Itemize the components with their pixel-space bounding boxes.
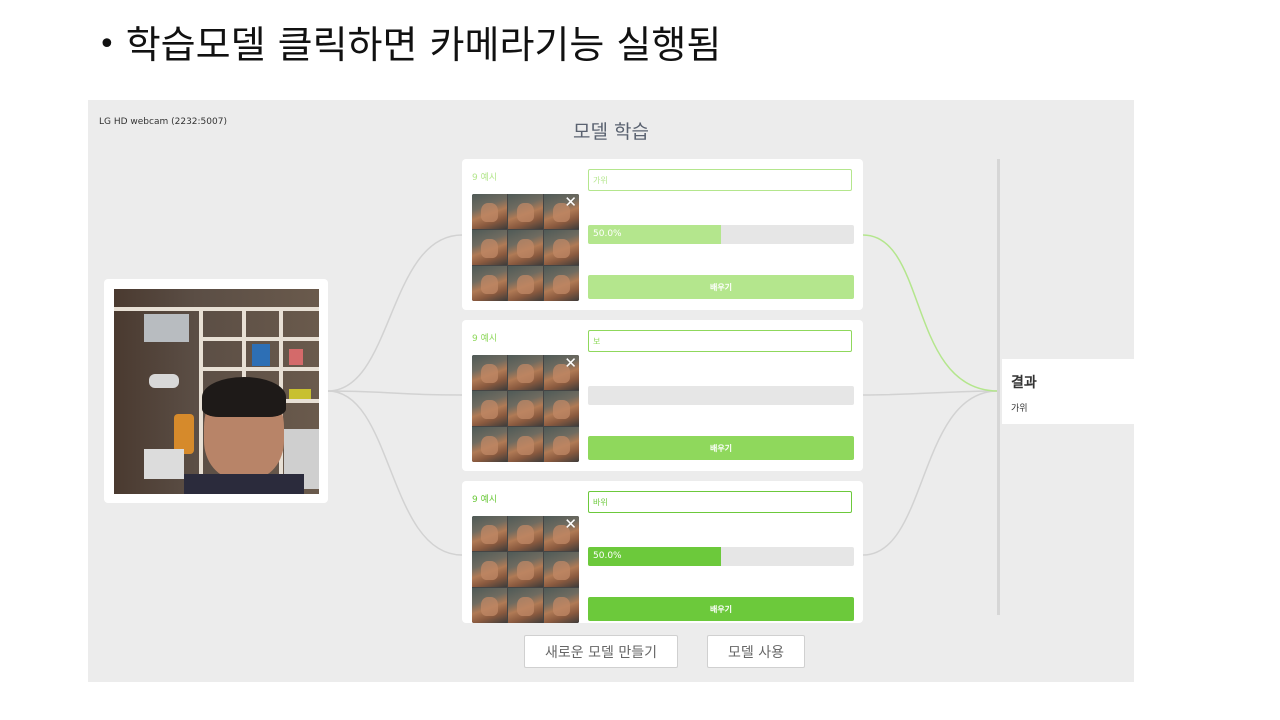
class-card: 9 예시 ✕ 50.0% 배우기 [462,481,863,623]
confidence-bar: 50.0% [588,547,854,566]
example-thumbnail [508,355,543,390]
example-thumbnail [472,552,507,587]
use-model-button[interactable]: 모델 사용 [707,635,805,668]
result-title: 결과 [1011,375,1037,391]
close-icon[interactable]: ✕ [564,516,577,533]
train-button[interactable]: 배우기 [588,275,854,299]
example-thumbnail [472,194,507,229]
example-thumbnail [508,516,543,551]
confidence-label: 50.0% [593,229,622,239]
result-value: 가위 [1011,404,1028,414]
confidence-bar: 50.0% [588,225,854,244]
class-name-input[interactable] [588,330,852,352]
example-thumbnail [508,588,543,623]
close-icon[interactable]: ✕ [564,194,577,211]
examples-count: 9 예시 [472,173,498,183]
confidence-label: 50.0% [593,551,622,561]
example-thumbnail [508,266,543,301]
model-training-app: LG HD webcam (2232:5007) 모델 학습 9 예시 ✕ 가위… [88,100,1134,682]
example-thumbnail [508,194,543,229]
class-card: 9 예시 ✕ 배우기 [462,320,863,471]
example-thumbnails: ✕ [472,355,579,462]
example-thumbnail [472,391,507,426]
new-model-button[interactable]: 새로운 모델 만들기 [524,635,678,668]
class-card: 9 예시 ✕ 50.0% 배우기 [462,159,863,310]
example-thumbnail [472,355,507,390]
slide-title-text: 학습모델 클릭하면 카메라기능 실행됨 [125,23,722,67]
example-thumbnail [544,266,579,301]
slide-title: • 학습모델 클릭하면 카메라기능 실행됨 [98,14,721,69]
example-thumbnail [544,552,579,587]
example-thumbnail [544,588,579,623]
example-thumbnail [472,516,507,551]
confidence-bar [588,386,854,405]
example-thumbnail [508,391,543,426]
train-button[interactable]: 배우기 [588,597,854,621]
close-icon[interactable]: ✕ [564,355,577,372]
result-panel: 결과 가위 [1002,359,1134,424]
example-thumbnail [472,230,507,265]
connector-class-3-to-result [862,390,999,556]
example-thumbnail [544,427,579,462]
connector-cam-to-class-2 [327,390,463,396]
example-thumbnails: ✕ [472,194,579,301]
class-name-input[interactable] [588,491,852,513]
example-thumbnail [472,588,507,623]
webcam-preview-card[interactable] [104,279,328,503]
example-thumbnail [544,230,579,265]
example-thumbnail [544,391,579,426]
example-thumbnail [472,266,507,301]
output-divider [997,159,1000,615]
train-button[interactable]: 배우기 [588,436,854,460]
examples-count: 9 예시 [472,334,498,344]
connector-class-1-to-result [862,234,999,392]
example-thumbnail [508,230,543,265]
example-thumbnails: ✕ [472,516,579,623]
example-thumbnail [508,552,543,587]
connector-cam-to-class-3 [327,390,463,556]
connector-cam-to-class-1 [327,234,463,392]
webcam-feed [114,289,319,494]
slide-bullet: • [98,27,116,62]
example-thumbnail [472,427,507,462]
example-thumbnail [508,427,543,462]
class-name-input[interactable] [588,169,852,191]
examples-count: 9 예시 [472,495,498,505]
